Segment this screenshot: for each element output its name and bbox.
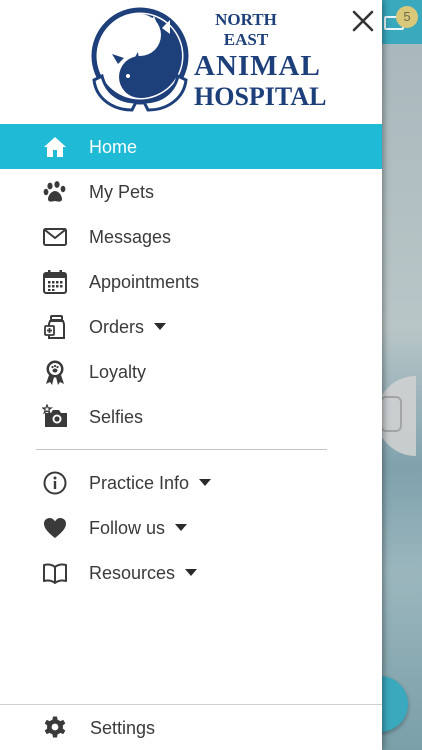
notification-badge: 5 [396, 6, 418, 28]
settings-button[interactable]: Settings [0, 706, 382, 750]
envelope-icon [42, 224, 68, 250]
medicine-bottle-icon [42, 314, 68, 340]
menu-divider [36, 449, 327, 450]
menu-item-label: Home [89, 137, 138, 157]
logo-line-2: ANIMAL [194, 50, 321, 82]
menu-item-label: Orders [89, 317, 167, 337]
menu-item-text: Orders [89, 317, 145, 337]
menu-item-text: Resources [89, 563, 176, 583]
cat-dog-hands-logo-icon [91, 7, 189, 112]
logo-line-1: NORTH EAST [215, 10, 277, 49]
settings-label: Settings [90, 718, 156, 738]
logo-text: NORTH EAST ANIMAL HOSPITAL [194, 10, 327, 112]
main-menu: Home My Pets Messages Appointments Order… [0, 124, 382, 439]
calendar-icon [42, 269, 68, 295]
navigation-drawer: NORTH EAST ANIMAL HOSPITAL Home My Pets … [0, 0, 382, 750]
menu-item-text: Follow us [89, 518, 166, 538]
menu-item-text: Practice Info [89, 473, 190, 493]
close-icon [352, 10, 374, 32]
camera-icon [41, 403, 68, 430]
bottle-icon [382, 396, 402, 432]
award-ribbon-icon [42, 359, 68, 385]
menu-item-label: Practice Info [89, 473, 212, 493]
footer-divider [0, 704, 382, 705]
close-button[interactable] [348, 6, 378, 36]
menu-item-appointments[interactable]: Appointments [0, 259, 382, 304]
info-icon [42, 470, 68, 496]
menu-item-home[interactable]: Home [0, 124, 382, 169]
menu-item-label: Appointments [89, 272, 200, 292]
background-header: 5 [382, 0, 422, 44]
gear-icon [42, 714, 68, 740]
menu-item-label: My Pets [89, 182, 155, 202]
secondary-menu: Practice Info Follow us Resources [0, 460, 382, 595]
menu-item-my-pets[interactable]: My Pets [0, 169, 382, 214]
menu-item-label: Resources [89, 563, 198, 583]
home-icon [42, 134, 68, 160]
menu-item-loyalty[interactable]: Loyalty [0, 349, 382, 394]
chevron-down-icon [185, 568, 198, 576]
menu-item-selfies[interactable]: Selfies [0, 394, 382, 439]
heart-icon [42, 515, 68, 541]
menu-item-label: Follow us [89, 518, 188, 538]
menu-item-messages[interactable]: Messages [0, 214, 382, 259]
menu-item-follow-us[interactable]: Follow us [0, 505, 382, 550]
menu-item-orders[interactable]: Orders [0, 304, 382, 349]
menu-item-label: Loyalty [89, 362, 147, 382]
background-app: 5 [382, 0, 422, 750]
menu-item-resources[interactable]: Resources [0, 550, 382, 595]
chevron-down-icon [199, 478, 212, 486]
paw-icon [42, 179, 68, 205]
menu-item-practice-info[interactable]: Practice Info [0, 460, 382, 505]
chevron-down-icon [175, 523, 188, 531]
hospital-logo: NORTH EAST ANIMAL HOSPITAL [88, 4, 327, 118]
menu-item-label: Selfies [89, 407, 144, 427]
logo-line-3: HOSPITAL [194, 82, 327, 111]
chevron-down-icon [154, 322, 167, 330]
menu-item-label: Messages [89, 227, 172, 247]
book-icon [42, 560, 68, 586]
